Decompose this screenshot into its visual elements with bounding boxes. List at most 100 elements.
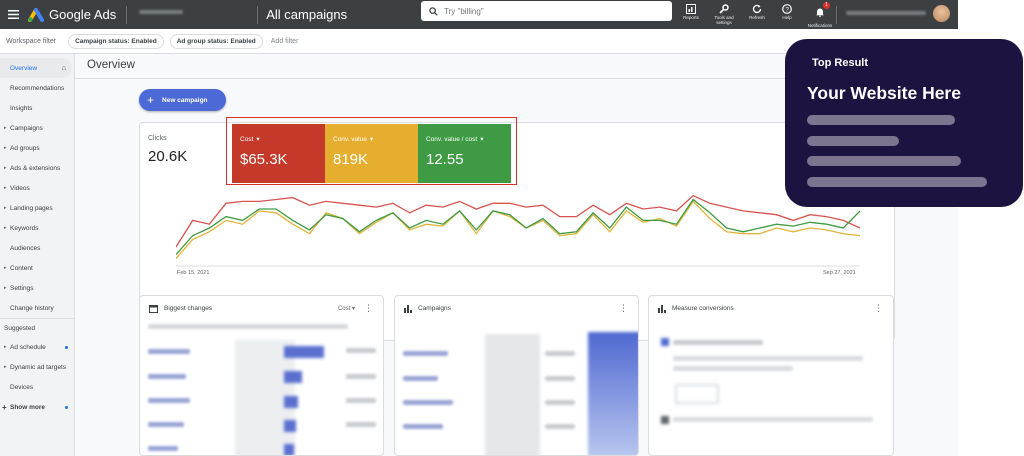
blurred-row	[346, 398, 376, 403]
help-icon: ?	[782, 4, 792, 14]
new-dot-icon	[65, 345, 68, 349]
new-campaign-label: New campaign	[162, 96, 208, 104]
app-root: Google Ads All campaigns Reports Tools a…	[0, 0, 1024, 456]
clicks-label: Clicks	[148, 135, 167, 142]
sidebar-item-ads-extensions[interactable]: ▸ Ads & extensions	[0, 158, 74, 178]
sidebar-item-label: Audiences	[10, 244, 41, 252]
blurred-text	[148, 324, 348, 329]
search-box[interactable]	[421, 1, 672, 21]
blurred-row	[545, 376, 575, 381]
clicks-metric[interactable]: Clicks 20.6K	[148, 135, 187, 165]
sidebar-item-campaigns[interactable]: ▸ Campaigns	[0, 118, 74, 138]
blurred-row	[673, 417, 873, 422]
metric-cost[interactable]: Cost ▾ $65.3K	[232, 124, 325, 183]
notifications-button[interactable]: 1 Notifications	[802, 0, 838, 29]
google-ads-logo[interactable]: Google Ads	[28, 7, 116, 22]
caret-right-icon: ▸	[4, 285, 7, 291]
top-tools: Reports Tools and settings Refresh ? Hel…	[676, 0, 838, 29]
metric-ratio-label: Conv. value / cost	[426, 135, 478, 143]
wrench-icon	[719, 4, 729, 14]
divider	[126, 5, 128, 24]
blurred-row	[148, 422, 184, 427]
filter-chip-campaign-status[interactable]: Campaign status: Enabled	[68, 33, 164, 49]
reports-button[interactable]: Reports	[676, 0, 706, 29]
sidebar: Overview ⌂ Recommendations Insights ▸ Cam…	[0, 54, 75, 456]
sidebar-item-ad-schedule[interactable]: ▸ Ad schedule	[0, 337, 74, 357]
sidebar-item-change-history[interactable]: Change history	[0, 298, 74, 318]
sidebar-item-keywords[interactable]: ▸ Keywords	[0, 218, 74, 238]
chart-date-end: Sep 27, 2021	[823, 270, 856, 276]
sidebar-item-content[interactable]: ▸ Content	[0, 258, 74, 278]
metric-conv-value-label: Conv. value	[333, 135, 367, 143]
sidebar-item-label: Change history	[10, 304, 54, 312]
sidebar-item-dynamic-ad-targets[interactable]: ▸ Dynamic ad targets	[0, 357, 74, 377]
blurred-row	[403, 424, 443, 429]
account-name-blurred[interactable]	[139, 9, 184, 14]
metric-conv-value-per-cost[interactable]: Conv. value / cost ▾ 12.55	[418, 124, 511, 183]
refresh-button[interactable]: Refresh	[742, 0, 772, 29]
more-vert-icon[interactable]: ⋮	[619, 303, 628, 314]
tools-and-settings-button[interactable]: Tools and settings	[706, 0, 742, 29]
metric-ratio-value: 12.55	[426, 151, 464, 168]
blurred-icon	[661, 338, 669, 346]
home-icon: ⌂	[61, 64, 66, 72]
blurred-row	[148, 446, 178, 451]
add-filter-button[interactable]: Add filter	[271, 38, 299, 45]
more-vert-icon[interactable]: ⋮	[364, 303, 373, 314]
sidebar-item-insights[interactable]: Insights	[0, 98, 74, 118]
help-button[interactable]: ? Help	[772, 0, 802, 29]
cost-dropdown[interactable]: Cost ▾	[338, 305, 355, 312]
clicks-value: 20.6K	[148, 148, 188, 165]
new-campaign-button[interactable]: + New campaign	[139, 89, 226, 111]
sidebar-item-label: Settings	[10, 284, 34, 292]
account-info-blurred[interactable]	[846, 11, 926, 15]
sidebar-item-ad-groups[interactable]: ▸ Ad groups	[0, 138, 74, 158]
new-dot-icon	[65, 405, 68, 409]
blurred-row	[148, 398, 190, 403]
sidebar-item-videos[interactable]: ▸ Videos	[0, 178, 74, 198]
blurred-bar	[284, 396, 298, 408]
sidebar-item-label: Recommendations	[10, 84, 65, 92]
show-more-button[interactable]: + Show more	[0, 397, 74, 417]
sidebar-section-suggested: Suggested	[0, 318, 74, 337]
sidebar-item-label: Campaigns	[10, 124, 43, 132]
help-label: Help	[782, 15, 792, 20]
sidebar-item-overview[interactable]: Overview ⌂	[0, 58, 72, 78]
menu-icon[interactable]	[0, 0, 26, 29]
sidebar-item-label: Content	[10, 264, 33, 272]
sidebar-item-label: Dynamic ad targets	[10, 363, 66, 371]
filter-chip-ad-group-status[interactable]: Ad group status: Enabled	[169, 33, 263, 49]
refresh-label: Refresh	[749, 15, 765, 20]
caret-right-icon: ▸	[4, 145, 7, 151]
metric-conv-value[interactable]: Conv. value ▾ 819K	[325, 124, 418, 183]
sidebar-item-label: Videos	[10, 184, 30, 192]
blurred-row	[545, 400, 575, 405]
search-input[interactable]	[444, 6, 644, 16]
sidebar-item-landing-pages[interactable]: ▸ Landing pages	[0, 198, 74, 218]
more-vert-icon[interactable]: ⋮	[874, 303, 883, 314]
google-ads-logo-icon	[28, 7, 44, 22]
blurred-highlight-column	[588, 332, 638, 455]
blurred-button	[675, 384, 719, 404]
avatar[interactable]	[933, 5, 950, 22]
sidebar-item-label: Ads & extensions	[10, 164, 61, 172]
bar-chart-icon	[658, 304, 666, 313]
sidebar-item-audiences[interactable]: Audiences	[0, 238, 74, 258]
sidebar-item-label: Keywords	[10, 224, 39, 232]
sidebar-item-devices[interactable]: Devices	[0, 377, 74, 397]
sidebar-item-recommendations[interactable]: Recommendations	[0, 78, 74, 98]
placeholder-line	[807, 156, 961, 166]
card-measure-conversions: Measure conversions ⋮	[648, 295, 894, 456]
workspace-filter-label: Workspace filter	[6, 37, 57, 45]
caret-right-icon: ▸	[4, 364, 7, 370]
caret-right-icon: ▸	[4, 265, 7, 271]
blurred-row	[346, 422, 376, 427]
blurred-row	[673, 366, 793, 371]
caret-right-icon: ▸	[4, 344, 7, 350]
sidebar-item-settings[interactable]: ▸ Settings	[0, 278, 74, 298]
bell-icon	[816, 8, 824, 17]
card-title: Biggest changes	[164, 305, 213, 312]
bar-chart-icon	[404, 304, 412, 313]
blurred-bar	[284, 420, 296, 432]
sidebar-item-label: Landing pages	[10, 204, 53, 212]
